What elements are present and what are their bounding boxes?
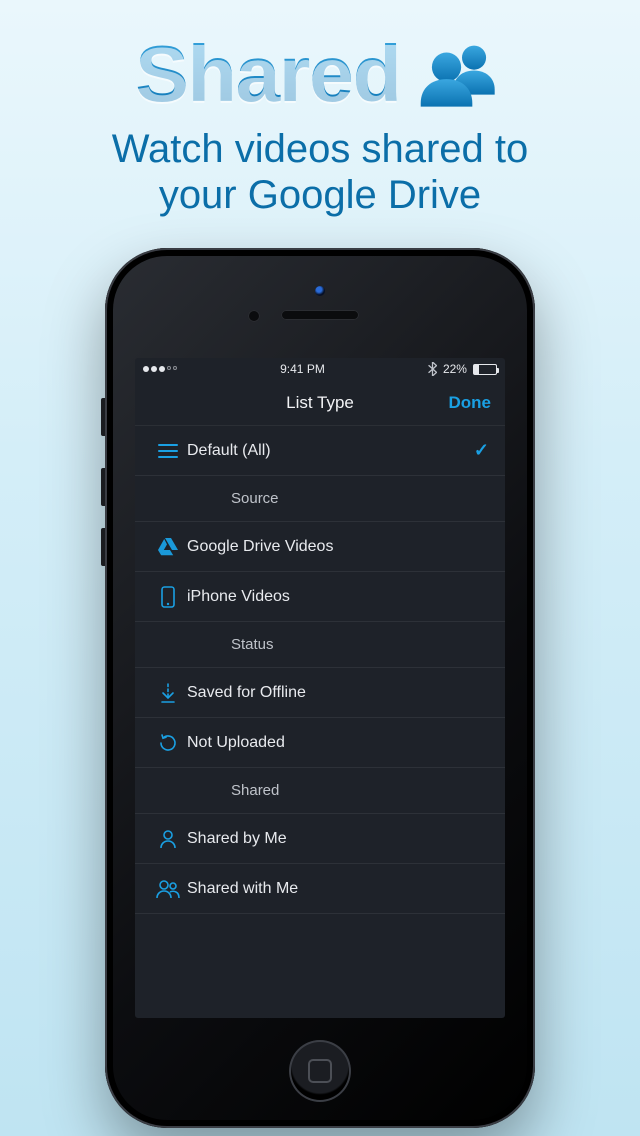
promo-title: Shared: [135, 28, 400, 120]
list-type-list: Default (All) ✓ Source Google Drive Vide…: [135, 426, 505, 1018]
phone-frame: 9:41 PM 22% List Type Done: [105, 248, 535, 1128]
section-header-source: Source: [135, 476, 505, 522]
list-item-label: Saved for Offline: [187, 684, 489, 702]
nav-bar: List Type Done: [135, 380, 505, 426]
status-battery-pct: 22%: [443, 362, 467, 376]
list-item-label: Google Drive Videos: [187, 538, 489, 556]
list-item-label: iPhone Videos: [187, 588, 489, 606]
list-item-label: Not Uploaded: [187, 734, 489, 752]
list-item-label: Shared with Me: [187, 880, 489, 898]
people-pair-icon: [149, 879, 187, 899]
section-header-status: Status: [135, 622, 505, 668]
done-button[interactable]: Done: [449, 380, 492, 425]
status-bar: 9:41 PM 22%: [135, 358, 505, 380]
status-time: 9:41 PM: [280, 362, 325, 376]
list-item-offline[interactable]: Saved for Offline: [135, 668, 505, 718]
home-button[interactable]: [289, 1040, 351, 1102]
google-drive-icon: [149, 538, 187, 556]
section-header-shared: Shared: [135, 768, 505, 814]
battery-icon: [473, 364, 497, 375]
download-icon: [149, 683, 187, 703]
bluetooth-icon: [428, 362, 437, 376]
nav-title: List Type: [286, 393, 354, 413]
iphone-icon: [149, 586, 187, 608]
promo-subtitle: Watch videos shared to your Google Drive: [0, 126, 640, 218]
refresh-icon: [149, 733, 187, 753]
list-item-gdrive[interactable]: Google Drive Videos: [135, 522, 505, 572]
person-icon: [149, 829, 187, 849]
app-screen: 9:41 PM 22% List Type Done: [135, 358, 505, 1018]
list-lines-icon: [149, 443, 187, 459]
people-icon: [419, 41, 505, 107]
list-item-shared-by-me[interactable]: Shared by Me: [135, 814, 505, 864]
list-item-shared-with-me[interactable]: Shared with Me: [135, 864, 505, 914]
list-item-default[interactable]: Default (All) ✓: [135, 426, 505, 476]
phone-speaker: [281, 310, 359, 320]
signal-icon: [143, 366, 177, 372]
promo-header: Shared Watch videos shared to your Googl…: [0, 0, 640, 218]
phone-camera: [315, 286, 325, 296]
list-item-label: Shared by Me: [187, 830, 489, 848]
phone-sensor: [248, 310, 260, 322]
list-item-iphone[interactable]: iPhone Videos: [135, 572, 505, 622]
checkmark-icon: ✓: [474, 440, 489, 461]
list-item-label: Default (All): [187, 442, 474, 460]
list-item-not-uploaded[interactable]: Not Uploaded: [135, 718, 505, 768]
